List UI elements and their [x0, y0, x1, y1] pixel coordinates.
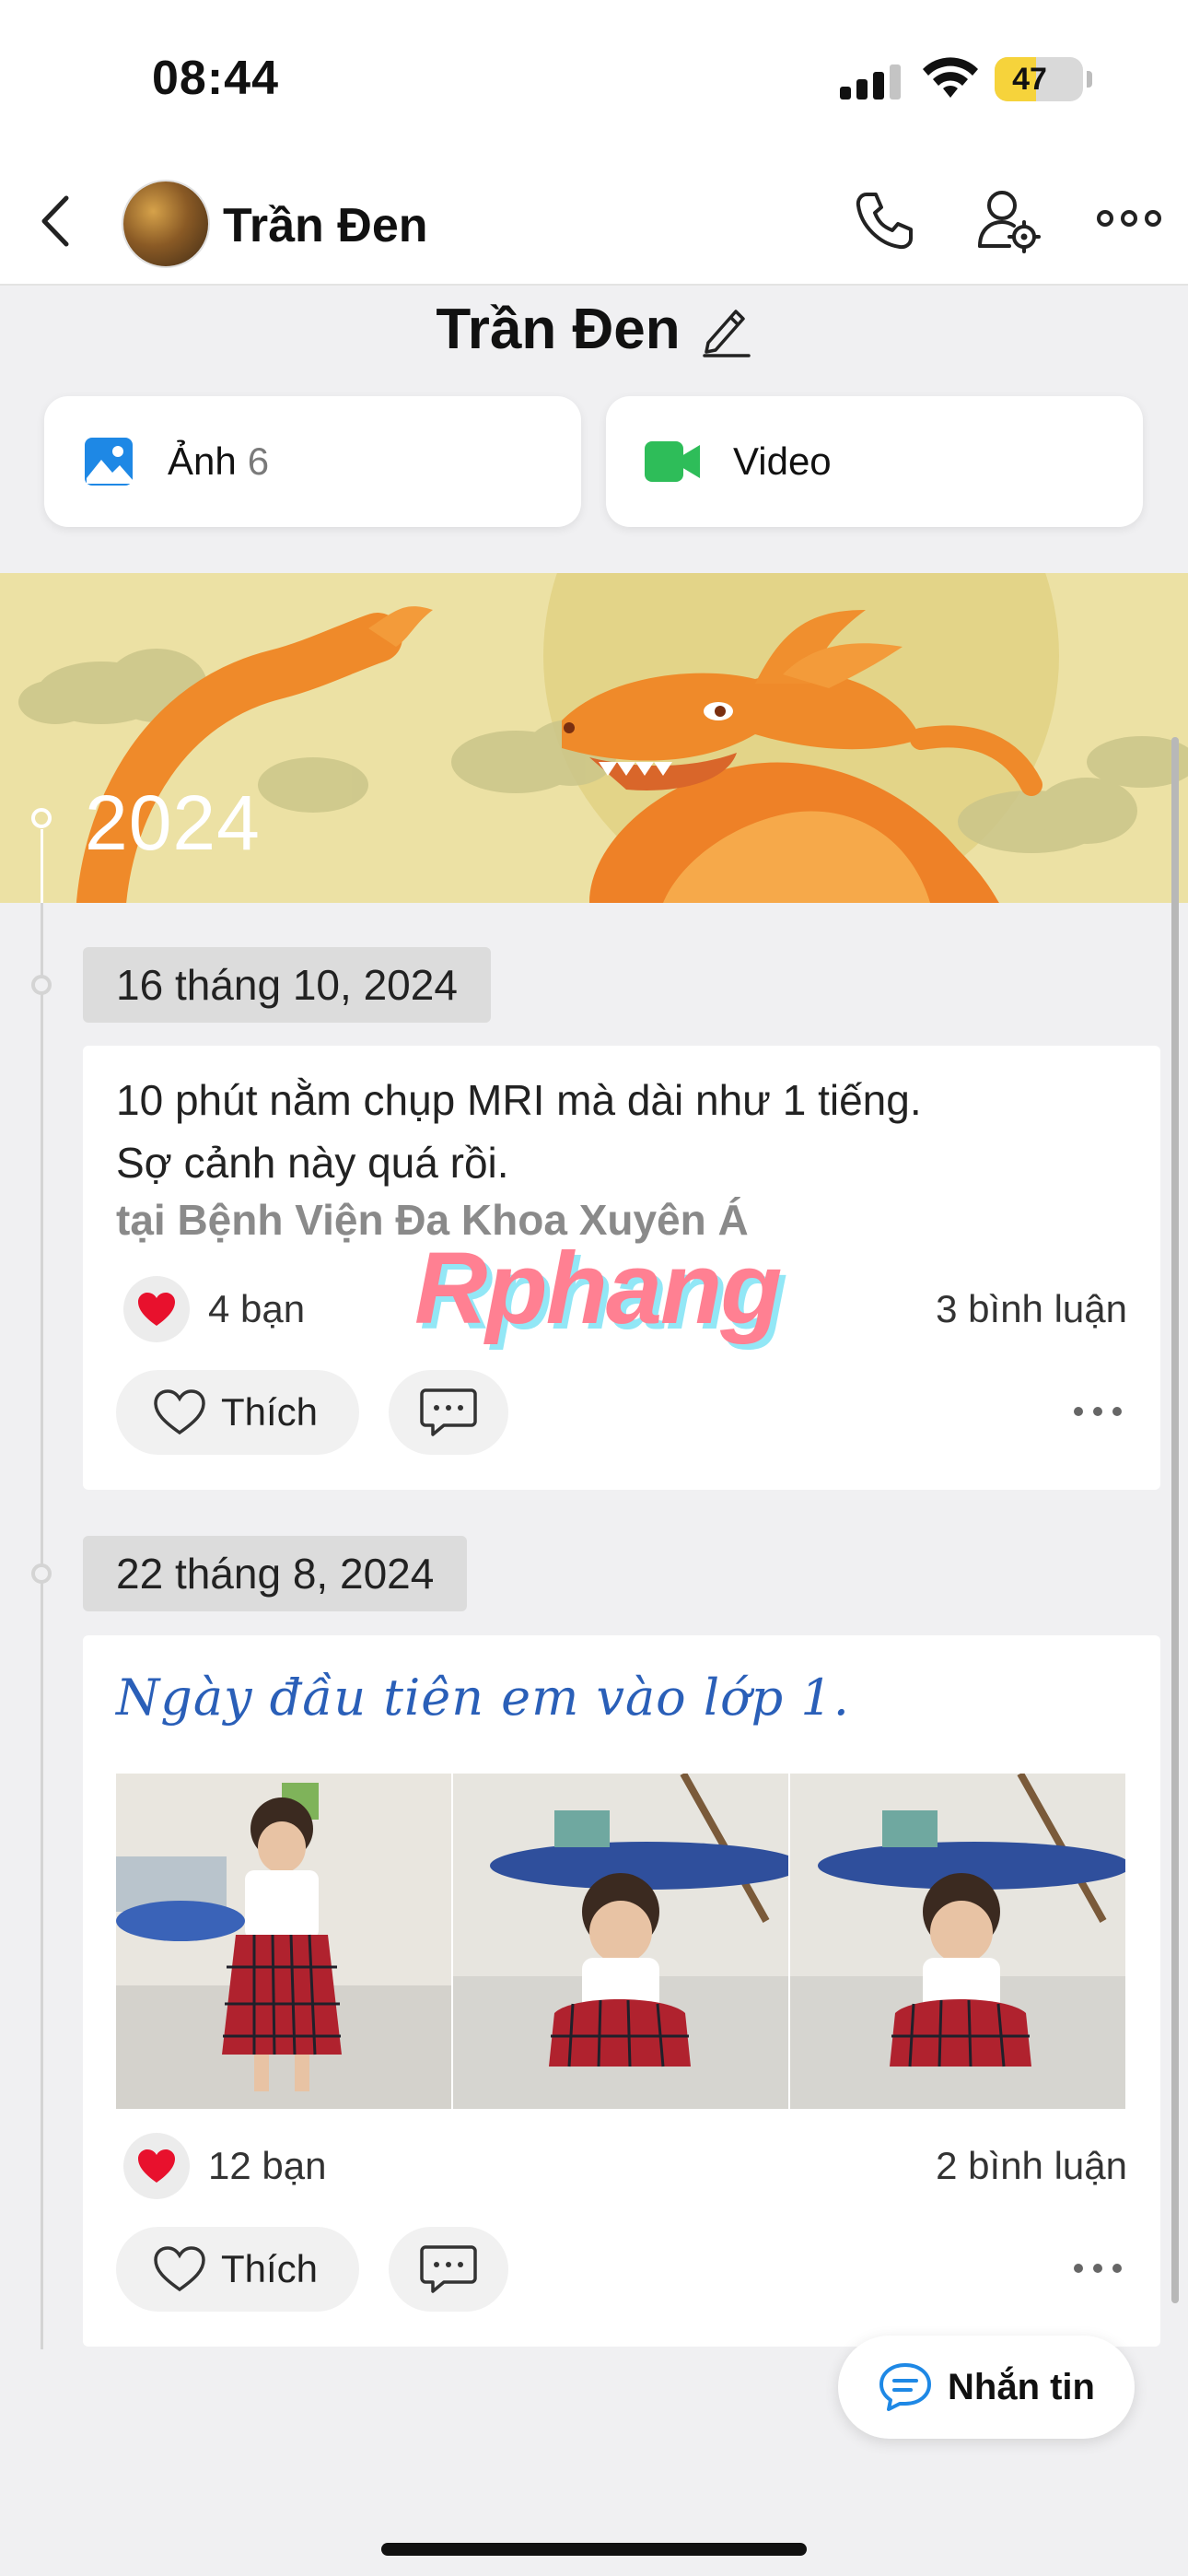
profile-settings-icon[interactable] [976, 187, 1041, 253]
more-options-icon[interactable] [1072, 2262, 1124, 2275]
like-button[interactable]: Thích [116, 1370, 359, 1455]
post-photo-image [453, 1774, 788, 2109]
comment-count[interactable]: 2 bình luận [936, 2144, 1127, 2188]
chat-bubble-icon [879, 2363, 931, 2411]
message-button[interactable]: Nhắn tin [838, 2336, 1135, 2439]
status-bar: 08:44 47 [0, 0, 1188, 161]
heart-reaction-icon [138, 2149, 175, 2183]
like-button[interactable]: Thích [116, 2227, 359, 2312]
battery-indicator: 47 [995, 57, 1083, 101]
photos-label: Ảnh [168, 439, 237, 483]
reaction-bubble[interactable] [123, 2133, 190, 2199]
post-photo[interactable] [116, 1774, 451, 2109]
timeline-line [41, 903, 43, 2349]
profile-name: Trần Đen [436, 298, 681, 361]
heart-reaction-icon [138, 1293, 175, 1326]
timeline-dot [31, 1563, 52, 1584]
chat-header: Trần Đen [0, 161, 1188, 286]
more-options-icon[interactable] [1096, 209, 1162, 228]
video-camera-icon [645, 441, 700, 482]
post-photo-image [116, 1774, 451, 2109]
like-label: Thích [221, 1390, 319, 1434]
timeline-line [41, 829, 43, 903]
like-label: Thích [221, 2247, 319, 2290]
home-indicator[interactable] [381, 2543, 807, 2556]
comment-button[interactable] [389, 2227, 508, 2312]
post-text-line: Sợ cảnh này quá rồi. [116, 1139, 509, 1187]
timeline-dot [31, 975, 52, 995]
profile-title-row: Trần Đen [0, 297, 1188, 362]
more-options-icon[interactable] [1072, 1405, 1124, 1418]
phone-icon[interactable] [852, 189, 916, 253]
comment-bubble-icon [420, 1388, 477, 1436]
battery-percent: 47 [1012, 62, 1047, 97]
post-card[interactable]: Ngày đầu tiên em vào lớp 1. 12 bạn 2 bìn… [83, 1635, 1160, 2347]
videos-card[interactable]: Video [606, 396, 1143, 527]
watermark: Rphang [414, 1232, 782, 1345]
cellular-signal-icon [840, 64, 901, 100]
post-photo[interactable] [790, 1774, 1125, 2109]
reaction-count[interactable]: 4 bạn [208, 1287, 305, 1331]
video-label: Video [733, 439, 832, 483]
status-time: 08:44 [152, 52, 279, 105]
edit-pencil-icon[interactable] [701, 302, 752, 357]
scrollbar[interactable] [1171, 737, 1179, 2303]
photos-card[interactable]: Ảnh 6 [44, 396, 581, 527]
timeline-dot [31, 808, 52, 828]
back-chevron-icon[interactable] [37, 189, 74, 253]
photos-count: 6 [247, 439, 270, 483]
heart-outline-icon [154, 2246, 205, 2292]
heart-outline-icon [154, 1389, 205, 1435]
wifi-icon [923, 57, 978, 98]
message-button-label: Nhắn tin [948, 2366, 1095, 2407]
battery-tip [1087, 71, 1092, 88]
photo-gallery-icon [85, 438, 133, 486]
reaction-bubble[interactable] [123, 1276, 190, 1342]
comment-bubble-icon [420, 2245, 477, 2293]
post-photo-image [790, 1774, 1125, 2109]
post-date-tag: 22 tháng 8, 2024 [83, 1536, 468, 1611]
post-text-line: 10 phút nằm chụp MRI mà dài như 1 tiếng. [116, 1076, 922, 1124]
header-contact-name[interactable]: Trần Đen [223, 198, 428, 253]
comment-button[interactable] [389, 1370, 508, 1455]
year-banner: 2024 [0, 573, 1188, 903]
comment-count[interactable]: 3 bình luận [936, 1287, 1127, 1331]
post-photo[interactable] [453, 1774, 788, 2109]
avatar[interactable] [122, 180, 210, 268]
year-label: 2024 [85, 779, 261, 866]
reaction-count[interactable]: 12 bạn [208, 2144, 326, 2188]
post-date-tag: 16 tháng 10, 2024 [83, 947, 491, 1023]
post-caption: Ngày đầu tiên em vào lớp 1. [116, 1669, 850, 1727]
